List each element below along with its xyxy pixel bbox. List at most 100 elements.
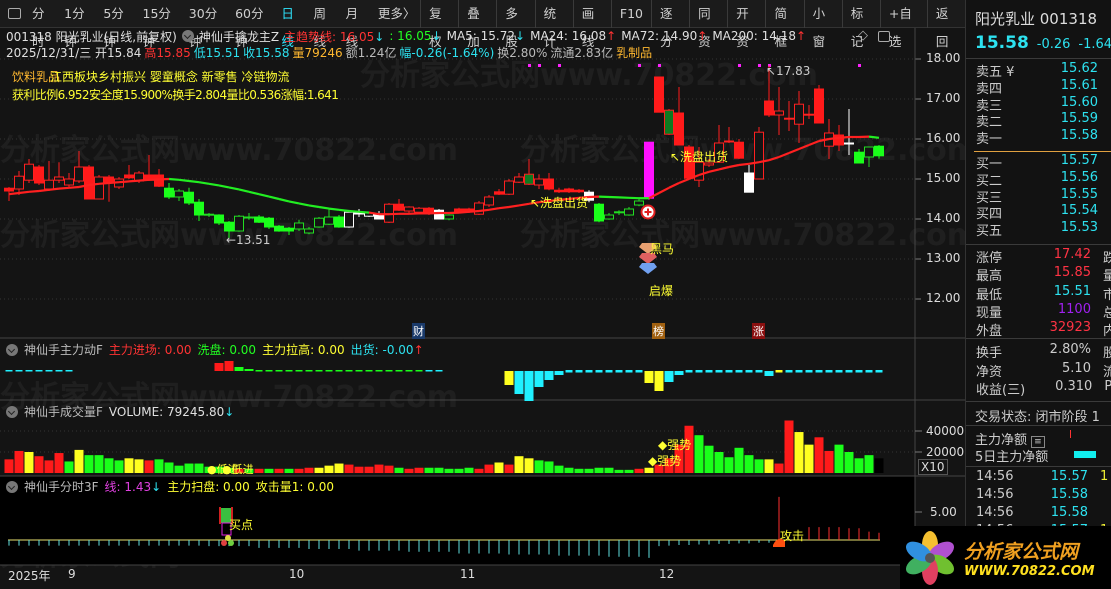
candle[interactable] xyxy=(154,169,164,187)
candle[interactable] xyxy=(814,85,824,124)
period-tab[interactable]: 30分钟 xyxy=(184,0,230,49)
pane2-title[interactable]: 神仙手成交量F xyxy=(24,403,103,420)
period-tab[interactable]: 1分钟 xyxy=(59,0,98,49)
candle[interactable] xyxy=(604,213,614,220)
candle[interactable] xyxy=(864,146,874,167)
candle[interactable] xyxy=(314,217,324,228)
candle[interactable] xyxy=(204,213,214,217)
candle[interactable] xyxy=(644,141,654,200)
toolbar-button[interactable]: 复权 xyxy=(420,0,458,49)
toolbar-button[interactable]: 开资 xyxy=(727,0,765,49)
toolbar-button[interactable]: 多股 xyxy=(496,0,534,49)
candle[interactable] xyxy=(634,199,644,207)
period-tab[interactable]: 更多〉 xyxy=(373,0,416,28)
candle[interactable] xyxy=(754,127,764,180)
candle[interactable] xyxy=(14,171,24,195)
candle[interactable] xyxy=(294,219,304,231)
candle[interactable] xyxy=(654,76,664,113)
candle[interactable] xyxy=(474,201,484,215)
candle[interactable] xyxy=(234,215,244,232)
pane1-title[interactable]: 神仙手主力动F xyxy=(24,341,103,358)
toolbar-button[interactable]: 小窗 xyxy=(803,0,842,49)
candle[interactable] xyxy=(164,183,174,199)
toolbar-button[interactable]: 同资 xyxy=(689,0,727,49)
candle[interactable] xyxy=(794,91,804,143)
candle[interactable] xyxy=(844,109,854,155)
toolbar-button[interactable]: 简框 xyxy=(765,0,803,49)
limit-up-tag[interactable]: 涨 xyxy=(752,323,765,339)
candle[interactable] xyxy=(784,101,794,131)
candle[interactable] xyxy=(564,187,574,193)
candle[interactable] xyxy=(324,209,334,225)
toolbar-button[interactable]: 画线 xyxy=(572,0,611,49)
period-tab[interactable]: 5分钟 xyxy=(98,0,137,49)
candle[interactable] xyxy=(174,189,184,201)
candle[interactable] xyxy=(554,187,564,193)
candle[interactable] xyxy=(534,174,544,189)
period-tab[interactable]: 15分钟 xyxy=(138,0,184,49)
period-tab[interactable]: 月线 xyxy=(341,0,373,49)
candle[interactable] xyxy=(194,199,204,221)
candle[interactable] xyxy=(254,215,264,223)
candle[interactable] xyxy=(774,87,784,135)
candle[interactable] xyxy=(734,139,744,159)
candle[interactable] xyxy=(664,109,674,135)
candle[interactable] xyxy=(594,203,604,223)
candle[interactable] xyxy=(74,151,84,183)
toolbar-button[interactable]: 标记 xyxy=(841,0,880,49)
toolbar-button[interactable]: 叠加 xyxy=(458,0,496,49)
period-tab[interactable]: 周线 xyxy=(309,0,341,49)
panel-toggle-icon[interactable] xyxy=(8,8,21,19)
period-tab[interactable]: 日线 xyxy=(276,0,308,49)
candle[interactable] xyxy=(84,165,94,200)
candle[interactable] xyxy=(744,165,754,193)
candle[interactable] xyxy=(144,155,154,181)
candle[interactable] xyxy=(44,161,54,191)
finance-tag[interactable]: 财 xyxy=(412,323,425,339)
candle[interactable] xyxy=(54,162,64,183)
candle[interactable] xyxy=(494,189,504,195)
candle[interactable] xyxy=(104,175,114,202)
candle[interactable] xyxy=(344,211,354,228)
candle[interactable] xyxy=(24,159,34,183)
candle[interactable] xyxy=(724,127,734,143)
candle[interactable] xyxy=(394,199,404,211)
chevron-down-icon[interactable] xyxy=(181,30,194,42)
candle[interactable] xyxy=(334,215,344,228)
candle[interactable] xyxy=(304,227,314,235)
candle[interactable] xyxy=(214,214,224,225)
candle[interactable] xyxy=(514,173,524,183)
candle[interactable] xyxy=(274,225,284,232)
candle[interactable] xyxy=(624,207,634,216)
toolbar-button[interactable]: F10 xyxy=(610,0,651,28)
candle[interactable] xyxy=(614,210,624,215)
chevron-down-icon[interactable] xyxy=(6,405,18,418)
panel-icon[interactable] xyxy=(878,31,890,42)
candle[interactable] xyxy=(504,179,514,195)
candle[interactable] xyxy=(574,189,584,193)
industry[interactable]: 乳制品 xyxy=(616,44,652,61)
candle[interactable] xyxy=(404,206,414,213)
candle[interactable] xyxy=(484,195,494,207)
chevron-down-icon[interactable] xyxy=(6,480,18,493)
order-book-row[interactable]: 买五 15.53 xyxy=(976,220,1111,239)
candle[interactable] xyxy=(524,159,534,185)
toolbar-button[interactable]: 统计 xyxy=(534,0,573,49)
toolbar-button[interactable]: +自选 xyxy=(879,0,927,49)
candle[interactable] xyxy=(124,165,134,179)
indicator-name[interactable]: 神仙手擒龙主Z xyxy=(199,28,279,45)
period-tab[interactable]: 60分钟 xyxy=(230,0,276,49)
candle[interactable] xyxy=(804,105,814,119)
candle[interactable] xyxy=(854,149,864,164)
toolbar-button[interactable]: 逐分 xyxy=(650,0,689,49)
billboard-tag[interactable]: 榜 xyxy=(652,323,665,339)
diamond-icon[interactable]: ◇ xyxy=(858,28,868,43)
candle[interactable] xyxy=(544,173,554,191)
candle[interactable] xyxy=(264,217,274,229)
candle[interactable] xyxy=(94,175,104,200)
period-tab[interactable]: 分时 xyxy=(27,0,59,49)
candle[interactable] xyxy=(284,227,294,235)
candle[interactable] xyxy=(184,187,194,205)
candle[interactable] xyxy=(34,165,44,185)
chevron-down-icon[interactable] xyxy=(6,343,18,356)
